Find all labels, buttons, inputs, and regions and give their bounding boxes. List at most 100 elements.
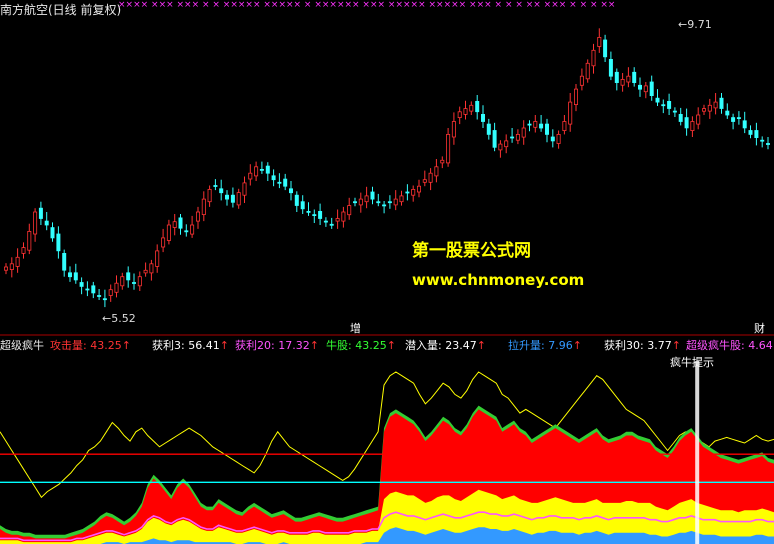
candle-body <box>667 101 672 109</box>
up-arrow-icon: ↑ <box>476 339 486 352</box>
candle-body <box>661 104 666 107</box>
candle-body <box>393 198 398 206</box>
candle-body <box>742 120 747 129</box>
candle-body <box>149 263 154 274</box>
candle-body <box>731 117 736 122</box>
indicator-item-7: 超级疯牛股: 4.64↑ <box>686 337 774 353</box>
up-arrow-icon: ↑ <box>572 339 582 352</box>
candle-body <box>585 62 590 80</box>
candle-body <box>184 230 189 233</box>
candle-body <box>271 175 276 181</box>
up-arrow-icon: ↑ <box>309 339 319 352</box>
candle-body <box>329 223 334 226</box>
candle-body <box>230 194 235 203</box>
candle-body <box>294 194 299 206</box>
candle-body <box>655 97 660 103</box>
candle-body <box>120 276 125 287</box>
candle-body <box>195 211 200 222</box>
candle-body <box>498 143 503 151</box>
candle-body <box>515 133 520 141</box>
candle-body <box>242 182 247 196</box>
candle-body <box>591 49 596 67</box>
indicator-item-5: 拉升量: 7.96↑ <box>508 337 582 353</box>
candle-body <box>574 88 579 105</box>
candle-body <box>33 211 38 235</box>
indicator-value: 43.25 <box>90 339 122 352</box>
candle-body <box>533 121 538 128</box>
candle-body <box>387 201 392 204</box>
candle-body <box>736 117 741 119</box>
candle-body <box>597 37 602 47</box>
candle-body <box>754 130 759 138</box>
candle-body <box>347 205 352 216</box>
candle-body <box>521 127 526 138</box>
indicator-label: 牛股: <box>326 339 356 352</box>
candle-body <box>579 75 584 86</box>
candle-body <box>707 104 712 112</box>
candle-body <box>21 247 26 254</box>
candle-body <box>411 188 416 196</box>
crazy-bull-hint: 疯牛提示 <box>670 356 714 369</box>
candle-body <box>114 282 119 293</box>
candle-body <box>15 256 20 267</box>
candle-body <box>358 198 363 206</box>
candle-body <box>632 71 637 84</box>
indicator-label: 超级疯牛股: <box>686 339 749 352</box>
candle-body <box>608 59 613 77</box>
candle-body <box>416 185 421 193</box>
indicator-value: 56.41 <box>188 339 220 352</box>
indicator-item-6: 获利30: 3.77↑ <box>604 337 681 353</box>
watermark-title: 第一股票公式网 <box>412 241 531 261</box>
stock-chart-stage: 南方航空(日线 前复权) ×××× ××× ××× × × ××××× ××××… <box>0 0 774 544</box>
candle-body <box>614 71 619 84</box>
candle-body <box>283 178 288 187</box>
candle-body <box>702 108 707 112</box>
indicator-area-chart[interactable] <box>0 353 774 544</box>
indicator-item-1: 获利3: 56.41↑ <box>152 337 229 353</box>
indicator-label: 潜入量: <box>405 339 446 352</box>
candle-body <box>725 110 730 116</box>
up-arrow-icon: ↑ <box>219 339 229 352</box>
candle-body <box>352 201 357 204</box>
watermark-url: www.chnmoney.com <box>412 271 585 289</box>
candle-body <box>469 104 474 112</box>
candle-body <box>288 188 293 194</box>
candle-body <box>91 285 96 294</box>
indicator-header: 超级疯牛 攻击量: 43.25↑ 获利3: 56.41↑ 获利20: 17.32↑ 牛… <box>0 337 774 353</box>
candle-body <box>690 121 695 132</box>
candle-body <box>79 282 84 287</box>
candle-body <box>760 139 765 142</box>
candle-body <box>376 201 381 204</box>
candle-body <box>213 185 218 187</box>
candle-body <box>341 211 346 222</box>
candle-body <box>248 172 253 180</box>
high-price-label: ←9.71 <box>678 18 712 31</box>
candle-body <box>143 269 148 274</box>
candle-body <box>27 230 32 251</box>
indicator-value: 17.32 <box>278 339 310 352</box>
candle-body <box>562 121 567 132</box>
candle-body <box>108 289 113 296</box>
high-price-value: 9.71 <box>687 18 712 31</box>
candle-body <box>50 227 55 239</box>
candle-body <box>713 101 718 109</box>
candle-body <box>85 288 90 291</box>
candle-body <box>207 188 212 203</box>
candle-body <box>527 123 532 126</box>
candle-body <box>131 282 136 284</box>
candle-body <box>155 250 160 267</box>
candle-body <box>556 133 561 144</box>
price-candlestick-chart[interactable] <box>0 0 774 333</box>
candle-body <box>748 130 753 135</box>
low-price-label: ←5.52 <box>102 312 136 325</box>
indicator-item-4: 潜入量: 23.47↑ <box>405 337 486 353</box>
candle-body <box>678 114 683 122</box>
indicator-value: 4.64 <box>748 339 773 352</box>
candle-body <box>434 166 439 177</box>
candle-body <box>626 75 631 83</box>
candle-body <box>649 81 654 97</box>
candle-body <box>178 217 183 229</box>
candle-body <box>405 191 410 194</box>
candle-body <box>73 272 78 281</box>
indicator-item-2: 获利20: 17.32↑ <box>235 337 319 353</box>
